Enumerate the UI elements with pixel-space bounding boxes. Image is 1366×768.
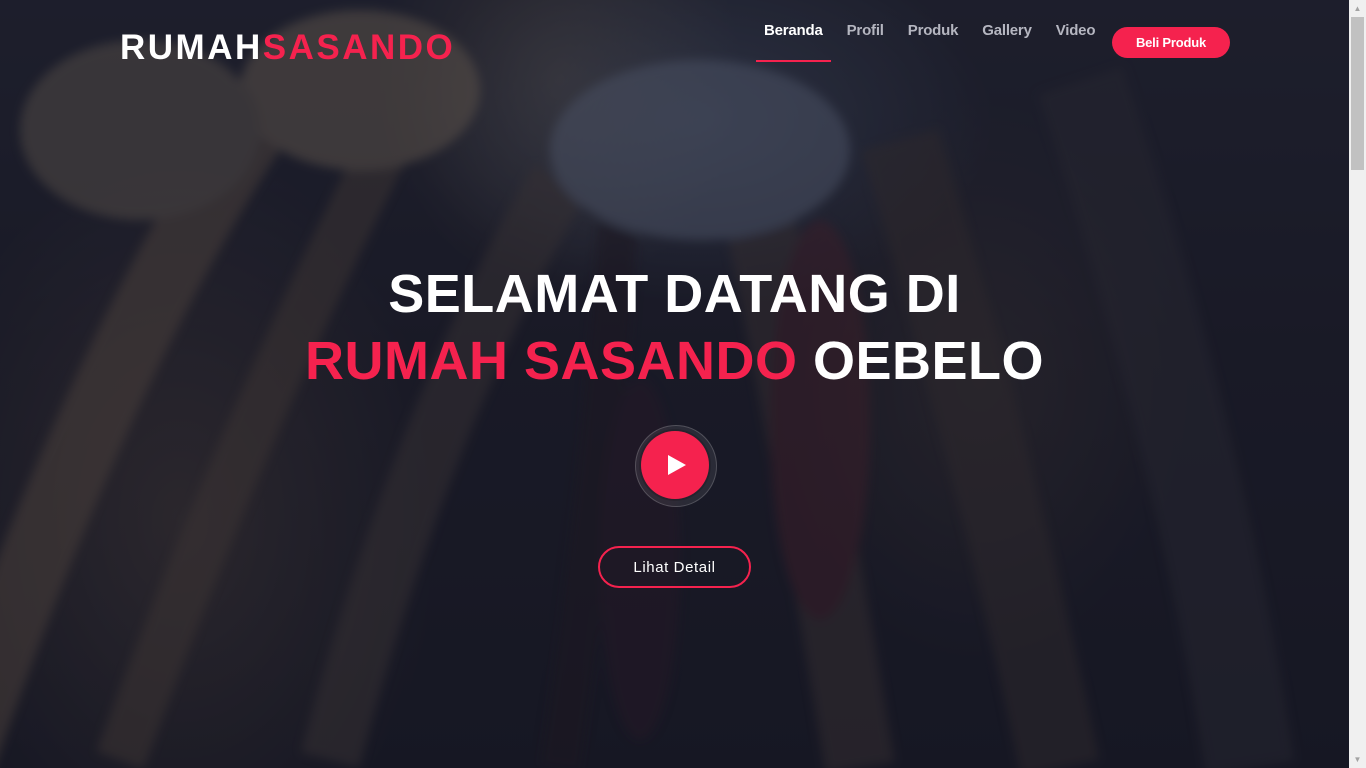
scroll-down-icon[interactable]: ▼ xyxy=(1349,751,1366,768)
hero-title-line1: SELAMAT DATANG DI xyxy=(388,264,961,324)
brand-logo-part1: RUMAH xyxy=(120,28,263,67)
hero-title-line2: RUMAH SASANDO OEBELO xyxy=(0,327,1349,395)
brand-logo-part2: SASANDO xyxy=(262,28,456,67)
view-detail-button[interactable]: Lihat Detail xyxy=(598,546,751,588)
nav-item-profil[interactable]: Profil xyxy=(839,0,892,62)
nav-item-video[interactable]: Video xyxy=(1048,0,1104,62)
page-scrollbar[interactable]: ▲ ▼ xyxy=(1349,0,1366,768)
play-video-button[interactable] xyxy=(641,431,709,499)
nav-item-produk[interactable]: Produk xyxy=(900,0,966,62)
hero-title-rest: OEBELO xyxy=(812,331,1045,391)
scrollbar-thumb[interactable] xyxy=(1351,17,1364,170)
nav-item-gallery[interactable]: Gallery xyxy=(974,0,1039,62)
scroll-up-icon[interactable]: ▲ xyxy=(1349,0,1366,17)
buy-product-button[interactable]: Beli Produk xyxy=(1112,27,1230,58)
nav-item-beranda[interactable]: Beranda xyxy=(756,0,831,62)
play-icon xyxy=(668,455,686,475)
brand-logo[interactable]: RUMAHSASANDO xyxy=(120,28,455,68)
main-nav: Beranda Profil Produk Gallery Video xyxy=(756,0,1111,62)
hero-title-accent: RUMAH SASANDO xyxy=(304,331,798,391)
